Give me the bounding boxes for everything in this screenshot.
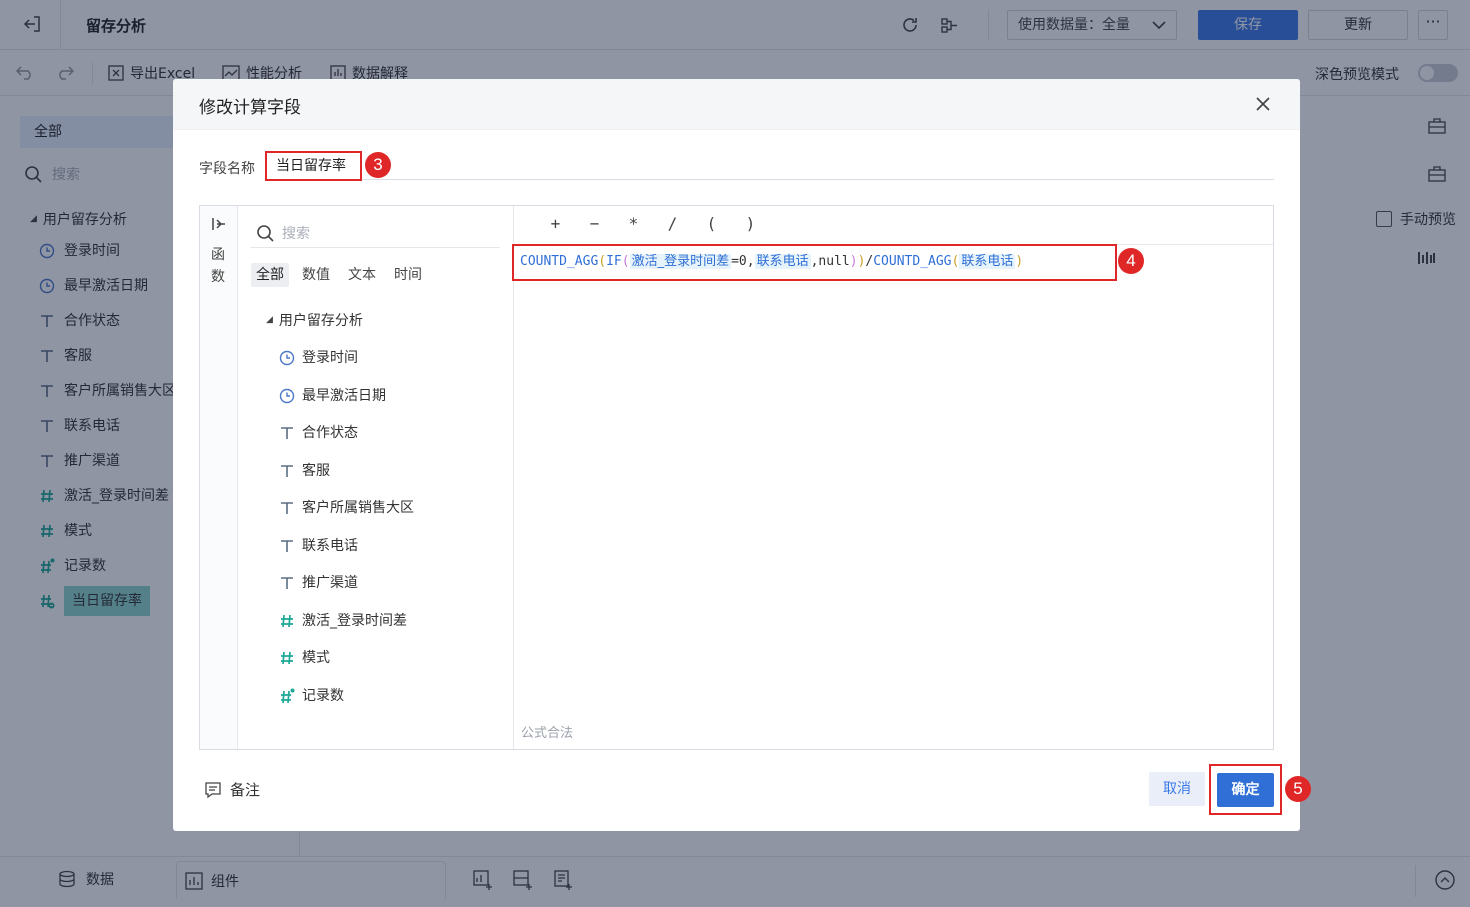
step-badge-5: 5: [1285, 776, 1311, 802]
formula-input[interactable]: COUNTD_AGG(IF(激活_登录时间差 =0, 联系电话 ,null))/COU…: [512, 244, 1117, 281]
formula-field-token[interactable]: 激活_登录时间差: [629, 254, 732, 269]
field-list-item-label: 最早激活日期: [302, 387, 386, 404]
formula-field-token[interactable]: 联系电话: [959, 254, 1016, 269]
field-list-item[interactable]: 最早激活日期: [278, 384, 386, 408]
operator-button[interactable]: −: [575, 214, 614, 234]
formula-paren: (: [621, 254, 630, 269]
operator-button[interactable]: *: [614, 214, 653, 234]
formula-area: + − * /() COUNTD_AGG(IF(激活_登录时间差 =0, 联系电话 ,nul…: [512, 206, 1273, 749]
text-field-icon: [278, 537, 295, 554]
field-list-item[interactable]: 客服: [278, 459, 330, 483]
field-list-item-label: 登录时间: [302, 350, 358, 366]
field-list-item-label: 客户所属销售大区: [302, 500, 414, 516]
formula-paren: (: [598, 254, 607, 269]
formula-fn-countd: COUNTD_AGG: [520, 254, 599, 269]
formula-fn-countd: COUNTD_AGG: [873, 254, 952, 269]
number-field-icon: [278, 650, 295, 667]
function-panel-toggle[interactable]: 函 数: [200, 206, 238, 749]
field-list-item[interactable]: 模式: [278, 646, 330, 670]
clock-icon: [278, 350, 295, 367]
chip-all[interactable]: 全部: [251, 263, 289, 287]
field-list-item[interactable]: 激活_登录时间差: [278, 609, 407, 633]
formula-editor: 函 数 搜索 全部 数值 文本 时间 ◢ 用户留存分析 登录时间最早激活日期 合作…: [199, 205, 1274, 750]
dialog-header: 修改计算字段: [173, 79, 1300, 130]
search-icon: [257, 224, 274, 242]
operator-bar: + − * /(): [536, 214, 770, 234]
field-list-item[interactable]: 登录时间: [278, 346, 358, 370]
text-field-icon: [278, 462, 295, 479]
field-list-item[interactable]: 联系电话: [278, 534, 358, 558]
caret-down-icon: ◢: [266, 315, 273, 325]
field-name-label: 字段名称: [199, 161, 255, 177]
text-field-icon: [278, 500, 295, 517]
formula-paren: ): [849, 254, 858, 269]
ok-highlight-frame: 确定: [1209, 764, 1282, 815]
chip-text[interactable]: 文本: [343, 263, 381, 287]
field-group[interactable]: ◢ 用户留存分析: [266, 310, 363, 330]
note-label: 备注: [230, 781, 261, 799]
formula-literal: =0,: [731, 254, 755, 269]
formula-valid-status: 公式合法: [521, 726, 574, 741]
field-list-item[interactable]: 客户所属销售大区: [278, 496, 414, 520]
field-name-input[interactable]: 当日留存率: [265, 151, 362, 181]
step-badge-4: 4: [1118, 248, 1144, 274]
note-button[interactable]: 备注: [204, 779, 260, 800]
function-label: 函 数: [200, 244, 236, 288]
formula-literal: ,null: [810, 254, 850, 269]
edit-calc-field-dialog: 修改计算字段 字段名称 当日留存率 3 函 数 搜索 全部 数值 文本 时间 ◢…: [173, 79, 1311, 831]
field-list-item-label: 联系电话: [302, 537, 358, 554]
formula-fn-if: IF: [606, 254, 622, 269]
text-field-icon: [278, 575, 295, 592]
text-field-icon: [278, 425, 295, 442]
field-list-item-label: 合作状态: [302, 425, 358, 441]
function-label-char-2: 数: [211, 269, 225, 285]
clock-icon: [278, 387, 295, 404]
field-list-item-label: 记录数: [302, 687, 344, 704]
number-field-icon: [278, 612, 295, 629]
operator-button[interactable]: (: [692, 214, 731, 234]
field-list-item[interactable]: 记录数: [278, 684, 344, 708]
expand-right-icon[interactable]: [211, 217, 227, 231]
step-badge-3: 3: [365, 152, 391, 178]
operator-button[interactable]: ): [731, 214, 770, 234]
operator-button[interactable]: +: [536, 214, 575, 234]
formula-paren: ): [1015, 254, 1024, 269]
field-name-underline: [265, 179, 1274, 180]
close-icon[interactable]: [1252, 93, 1274, 115]
formula-field-token[interactable]: 联系电话: [754, 254, 811, 269]
field-list-item[interactable]: 合作状态: [278, 421, 358, 445]
field-list-item-label: 激活_登录时间差: [302, 612, 407, 629]
field-search-placeholder: 搜索: [282, 225, 310, 242]
dialog-title: 修改计算字段: [199, 98, 301, 118]
operator-button[interactable]: /: [653, 214, 692, 234]
chip-number[interactable]: 数值: [297, 263, 335, 287]
function-label-char-1: 函: [211, 247, 225, 263]
field-list-item-label: 客服: [302, 462, 330, 479]
field-list-item-label: 推广渠道: [302, 575, 358, 591]
confirm-button[interactable]: 确定: [1217, 773, 1274, 807]
record-count-icon: [278, 687, 295, 704]
field-list-item-label: 模式: [302, 650, 330, 666]
field-list-panel: 搜索 全部 数值 文本 时间 ◢ 用户留存分析 登录时间最早激活日期 合作状态客服…: [238, 206, 514, 749]
field-group-label: 用户留存分析: [278, 313, 363, 329]
field-list-item[interactable]: 推广渠道: [278, 571, 358, 595]
chip-time[interactable]: 时间: [389, 263, 427, 287]
note-icon: [205, 781, 221, 798]
field-search-input[interactable]: 搜索: [250, 218, 500, 248]
cancel-button[interactable]: 取消: [1149, 772, 1205, 806]
